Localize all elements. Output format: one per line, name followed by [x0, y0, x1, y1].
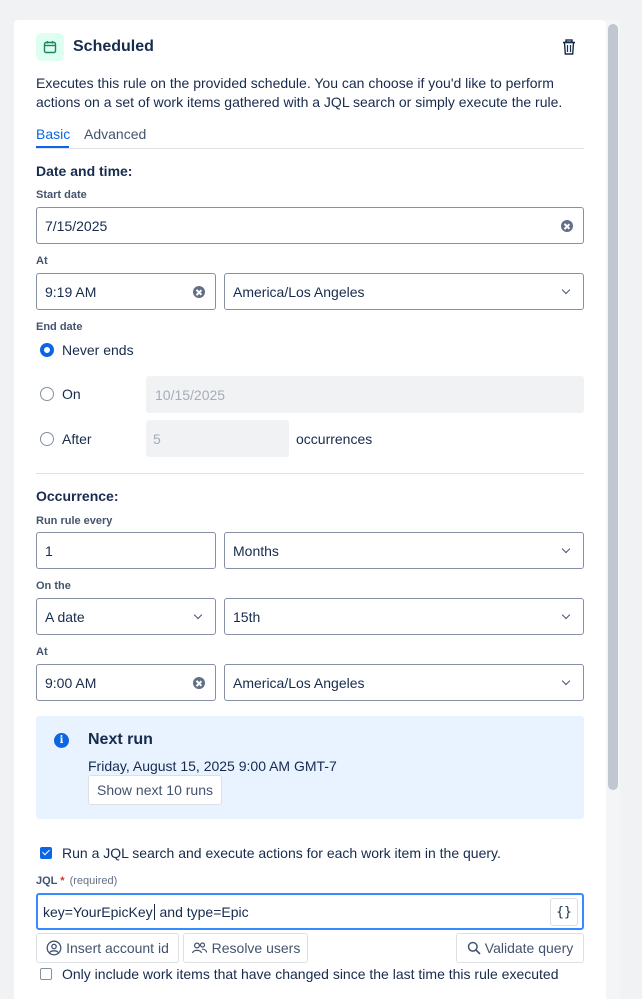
chevron-down-icon [561, 610, 571, 620]
occurrence-timezone-select[interactable]: America/Los Angeles [224, 664, 584, 701]
end-on-radio[interactable] [40, 387, 54, 401]
show-next-runs-button[interactable]: Show next 10 runs [88, 775, 222, 805]
run-every-value: 1 [45, 542, 53, 559]
run-jql-label: Run a JQL search and execute actions for… [62, 845, 501, 861]
date-time-heading: Date and time: [36, 163, 133, 179]
insert-account-id-button[interactable]: Insert account id [36, 933, 179, 963]
only-changed-checkbox[interactable] [40, 968, 52, 980]
end-date-label: End date [36, 321, 83, 333]
tab-divider [36, 148, 584, 149]
run-every-unit-value: Months [233, 542, 279, 559]
occurrence-timezone-value: America/Los Angeles [233, 674, 365, 691]
resolve-users-label: Resolve users [211, 940, 301, 956]
clear-icon[interactable] [193, 286, 205, 298]
search-icon [467, 941, 481, 955]
chevron-down-icon [561, 676, 571, 686]
text-caret [153, 903, 155, 920]
occurrence-at-label: At [36, 646, 48, 658]
on-the-label: On the [36, 580, 71, 592]
jql-syntax-button[interactable]: {} [550, 898, 578, 926]
validate-query-label: Validate query [484, 940, 574, 956]
jql-label: JQL [36, 875, 58, 887]
on-the-type-value: A date [45, 608, 85, 625]
chevron-down-icon [561, 285, 571, 295]
start-date-field[interactable]: 7/15/2025 [36, 207, 584, 244]
chevron-down-icon [561, 544, 571, 554]
occurrences-label: occurrences [296, 431, 373, 447]
at-label: At [36, 255, 48, 267]
end-date-field[interactable]: 10/15/2025 [146, 376, 584, 413]
insert-account-id-label: Insert account id [66, 940, 169, 956]
next-run-datetime: Friday, August 15, 2025 9:00 AM GMT-7 [88, 758, 337, 774]
start-date-value: 7/15/2025 [45, 217, 108, 234]
run-every-input[interactable]: 1 [36, 532, 216, 569]
never-ends-label: Never ends [62, 342, 134, 358]
clear-icon[interactable] [193, 677, 205, 689]
occurrence-heading: Occurrence: [36, 488, 119, 504]
occurrences-placeholder: 5 [153, 430, 161, 447]
end-after-radio[interactable] [40, 432, 54, 446]
jql-input[interactable]: key=YourEpicKey and type=Epic {} [36, 893, 584, 930]
on-the-day-value: 15th [233, 608, 261, 625]
trigger-title: Scheduled [73, 38, 154, 55]
run-every-label: Run rule every [36, 515, 113, 527]
info-icon: i [54, 733, 69, 748]
people-icon [191, 942, 207, 954]
start-time-field[interactable]: 9:19 AM [36, 273, 216, 310]
next-run-title: Next run [88, 731, 153, 748]
clear-icon[interactable] [561, 220, 573, 232]
calendar-icon [36, 33, 64, 61]
never-ends-radio[interactable] [40, 343, 54, 357]
tab-advanced[interactable]: Advanced [84, 126, 146, 142]
jql-value-end: and type=Epic [155, 903, 249, 920]
jql-label-row: JQL * (required) [36, 875, 117, 887]
chevron-down-icon [193, 610, 203, 620]
end-date-placeholder: 10/15/2025 [155, 386, 226, 403]
end-after-label: After [62, 431, 92, 447]
jql-value-start: key=YourEpicKey [43, 903, 153, 920]
required-text: (required) [69, 875, 118, 887]
scrollbar-thumb[interactable] [608, 24, 618, 790]
timezone-select[interactable]: America/Los Angeles [224, 273, 584, 310]
required-marker: * [60, 875, 65, 887]
section-divider [36, 473, 584, 474]
on-the-day-select[interactable]: 15th [224, 598, 584, 635]
occurrences-count-field[interactable]: 5 [146, 420, 289, 457]
trigger-description: Executes this rule on the provided sched… [36, 75, 563, 110]
resolve-users-button[interactable]: Resolve users [183, 933, 308, 963]
timezone-value: America/Los Angeles [233, 283, 365, 300]
validate-query-button[interactable]: Validate query [456, 933, 584, 963]
end-on-label: On [62, 386, 81, 402]
run-jql-checkbox[interactable] [40, 847, 52, 859]
only-changed-label: Only include work items that have change… [62, 966, 559, 982]
tab-basic[interactable]: Basic [36, 126, 70, 142]
on-the-type-select[interactable]: A date [36, 598, 216, 635]
active-tab-indicator [36, 146, 69, 148]
start-date-label: Start date [36, 189, 87, 201]
trash-icon[interactable] [560, 38, 578, 56]
run-every-unit-select[interactable]: Months [224, 532, 584, 569]
start-time-value: 9:19 AM [45, 283, 97, 300]
occurrence-time-field[interactable]: 9:00 AM [36, 664, 216, 701]
occurrence-time-value: 9:00 AM [45, 674, 97, 691]
user-circle-icon [46, 940, 62, 956]
